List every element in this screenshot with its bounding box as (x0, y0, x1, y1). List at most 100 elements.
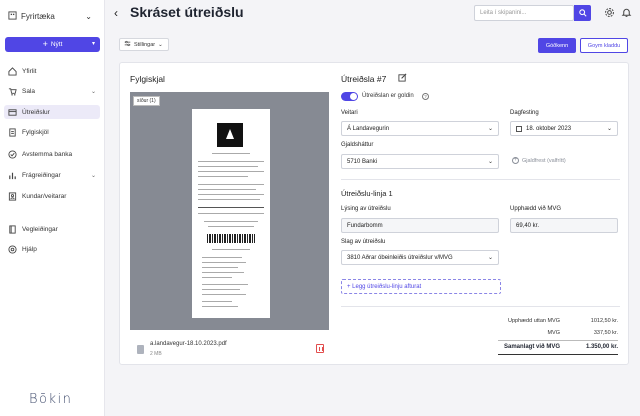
sidebar-item-reports[interactable]: Frágreiðingar ⌄ (4, 168, 100, 182)
sidebar-item-expenses[interactable]: Útreiðslur (4, 105, 100, 119)
amount-label: Upphædd við MVG (510, 206, 562, 212)
new-button[interactable]: + Nýtt ▾ (5, 37, 100, 52)
search-button[interactable] (574, 5, 591, 21)
page-title: Skráset útreiðslu (130, 4, 244, 20)
chevron-down-icon: ⌄ (90, 172, 96, 179)
sidebar-item-guides[interactable]: Vegleiðingar (4, 222, 100, 236)
attachment-preview[interactable]: síður (1) (130, 92, 329, 330)
add-line-button[interactable]: + Legg útreiðslu-linju afturat (341, 279, 501, 294)
description-label: Lýsing av útreiðslu (341, 206, 391, 212)
file-size: 2 MB (150, 351, 162, 357)
bell-icon[interactable] (621, 7, 632, 18)
contacts-icon (8, 191, 17, 201)
search-input[interactable]: Leita í skipanini... (474, 5, 574, 21)
expense-card: Fylgiskjal síður (1) a.landavegur-18.10.… (119, 62, 629, 365)
sidebar-item-label: Sala (22, 87, 36, 95)
paid-toggle[interactable] (341, 92, 358, 101)
payment-label: Gjaldsháttur (341, 142, 374, 148)
page-tag: síður (1) (133, 96, 160, 106)
excl-vat-value: 1012,50 kr. (590, 318, 618, 324)
save-draft-button[interactable]: Goym kladdu (580, 38, 628, 53)
chevron-down-icon: ⌄ (606, 126, 612, 132)
expense-type-value: 3810 Aðrar óbeinleiðis útreiðslur v/MVG (347, 254, 453, 261)
company-switcher[interactable]: Fyrirtæka ⌄ (8, 9, 98, 23)
receipt-logo (217, 123, 243, 147)
help-icon (8, 244, 17, 254)
payment-select[interactable]: 5710 Banki ⌄ (341, 154, 499, 169)
home-icon (8, 66, 17, 76)
chevron-down-icon: ⌄ (90, 88, 96, 95)
settings-dropdown[interactable]: Stillingar ⌄ (119, 38, 169, 51)
payment-value: 5710 Banki (347, 158, 378, 165)
sidebar-item-sales[interactable]: Sala ⌄ (4, 84, 100, 98)
trash-icon[interactable] (316, 344, 324, 353)
sidebar-item-label: Yfirlit (22, 67, 37, 75)
divider (498, 340, 618, 341)
back-arrow-icon[interactable]: ‹ (114, 6, 118, 20)
chevron-down-icon: ⌄ (487, 159, 493, 165)
edit-icon[interactable] (398, 73, 407, 82)
sidebar-item-label: Frágreiðingar (22, 171, 61, 179)
plus-circle-icon: + (512, 157, 519, 164)
question-icon[interactable]: ? (422, 93, 429, 100)
new-button-label: Nýtt (50, 41, 63, 48)
excl-vat-label: Upphædd uttan MVG (508, 318, 560, 324)
book-icon (8, 224, 17, 234)
supplier-select[interactable]: Á Landavegurin ⌄ (341, 121, 499, 136)
sliders-icon (124, 40, 131, 49)
cart-icon (8, 87, 17, 96)
line-title: Útreiðslu-linja 1 (341, 189, 393, 198)
date-value: 18. oktober 2023 (526, 125, 572, 132)
sidebar-item-contacts[interactable]: Kundar/veitarar (4, 189, 100, 203)
document-icon (8, 127, 17, 137)
divider (498, 354, 618, 355)
expense-type-label: Slag av útreiðslu (341, 239, 386, 245)
settings-label: Stillingar (134, 41, 156, 48)
chevron-down-icon: ⌄ (85, 11, 92, 21)
sidebar-item-attachments[interactable]: Fylgiskjöl (4, 125, 100, 139)
chevron-down-icon: ⌄ (487, 126, 493, 132)
sidebar-item-label: Hjálp (22, 245, 37, 253)
calendar-icon (516, 125, 522, 132)
receipt-barcode (207, 234, 255, 243)
sidebar-item-bank-reconcile[interactable]: Avstemma banka (4, 147, 100, 161)
sidebar-item-label: Útreiðslur (22, 108, 50, 116)
company-name: Fyrirtæka (21, 11, 55, 21)
check-circle-icon (8, 149, 17, 159)
chevron-down-icon: ⌄ (487, 255, 493, 261)
receipt-image (192, 109, 270, 318)
date-label: Dagfesting (510, 110, 539, 116)
chevron-down-icon: ⌄ (158, 41, 163, 48)
plus-icon: + (42, 39, 48, 49)
file-name[interactable]: a.landavegur-18.10.2023.pdf (150, 341, 227, 347)
brand-logo: Bōkin (29, 392, 73, 407)
search-icon (578, 9, 587, 17)
sidebar-item-label: Kundar/veitarar (22, 192, 67, 200)
add-due-date-label: Gjaldfrest (valfrítt) (522, 157, 566, 164)
sidebar-item-overview[interactable]: Yfirlit (4, 64, 100, 78)
date-field[interactable]: 18. oktober 2023 ⌄ (510, 121, 618, 136)
expense-title: Útreiðsla #7 (341, 74, 387, 84)
vat-label: MVG (547, 330, 560, 336)
vat-value: 337,50 kr. (593, 330, 618, 336)
sidebar-item-label: Fylgiskjöl (22, 128, 49, 136)
sidebar: Fyrirtæka ⌄ + Nýtt ▾ Yfirlit Sala ⌄ Útre… (0, 0, 105, 416)
approve-button[interactable]: Góðkenn (538, 38, 576, 53)
sidebar-item-label: Vegleiðingar (22, 225, 58, 233)
file-icon (137, 345, 144, 354)
description-input[interactable]: Fundarbomm (341, 218, 499, 233)
card-icon (8, 108, 17, 117)
divider (341, 306, 620, 307)
supplier-label: Veitari (341, 110, 358, 116)
total-value: 1.350,00 kr. (585, 344, 618, 350)
expense-type-select[interactable]: 3810 Aðrar óbeinleiðis útreiðslur v/MVG … (341, 250, 499, 265)
building-icon (8, 10, 17, 22)
sidebar-item-help[interactable]: Hjálp (4, 242, 100, 256)
report-icon (8, 171, 17, 180)
chevron-down-icon: ▾ (91, 41, 95, 47)
gear-icon[interactable] (604, 7, 615, 18)
amount-input[interactable]: 69,40 kr. (510, 218, 618, 233)
attachment-title: Fylgiskjal (130, 74, 165, 84)
add-due-date-button[interactable]: + Gjaldfrest (valfrítt) (512, 157, 566, 164)
supplier-value: Á Landavegurin (347, 125, 390, 132)
